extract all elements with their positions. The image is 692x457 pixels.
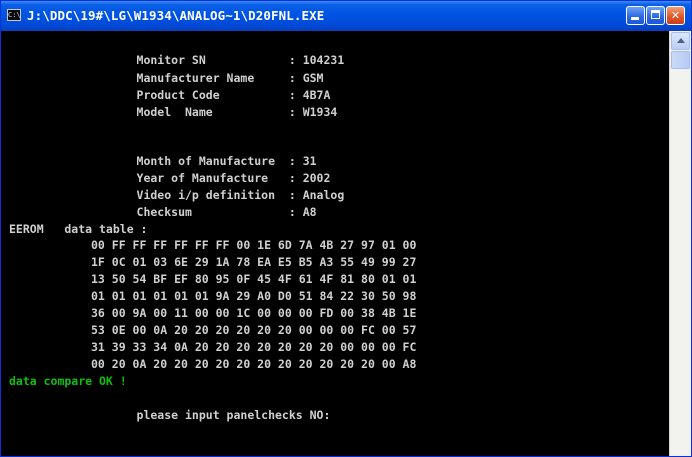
- close-icon: ✕: [670, 9, 681, 22]
- scroll-thumb[interactable]: [671, 51, 690, 69]
- title-bar[interactable]: C:\ J:\DDC\19#\LG\W1934\ANALOG~1\D20FNL.…: [1, 1, 691, 31]
- vertical-scrollbar[interactable]: [669, 31, 691, 456]
- close-button[interactable]: ✕: [666, 6, 685, 25]
- hex-row: 01 01 01 01 01 01 9A 29 A0 D0 51 84 22 3…: [91, 289, 417, 303]
- console-output[interactable]: Monitor SN : 104231 Manufacturer Name : …: [5, 31, 669, 454]
- data-compare-status: data compare OK !: [9, 374, 127, 388]
- console-app-icon[interactable]: C:\: [7, 9, 21, 21]
- maximize-button[interactable]: [646, 6, 665, 25]
- minimize-icon: [631, 17, 639, 20]
- hex-row: 13 50 54 BF EF 80 95 0F 45 4F 61 4F 81 8…: [91, 272, 417, 286]
- month-of-manufacture-line: Month of Manufacture : 31: [95, 154, 317, 168]
- hex-row: 31 39 33 34 0A 20 20 20 20 20 20 20 00 0…: [91, 340, 417, 354]
- model-name-line: Model Name : W1934: [95, 105, 338, 119]
- scroll-up-arrow-icon[interactable]: [671, 32, 690, 50]
- minimize-button[interactable]: [626, 6, 645, 25]
- hex-row: 00 20 0A 20 20 20 20 20 20 20 20 20 20 2…: [91, 357, 417, 371]
- video-input-definition-line: Video i/p definition : Analog: [95, 188, 345, 202]
- hex-row: 53 0E 00 0A 20 20 20 20 20 20 00 00 00 F…: [91, 323, 417, 337]
- hex-row: 1F 0C 01 03 6E 29 1A 78 EA E5 B5 A3 55 4…: [91, 255, 417, 269]
- hex-row: 36 00 9A 00 11 00 00 1C 00 00 00 FD 00 3…: [91, 306, 417, 320]
- panelchecks-prompt[interactable]: please input panelchecks NO:: [95, 408, 331, 423]
- maximize-icon: [651, 10, 660, 19]
- eerom-table-header: EEROM data table :: [9, 222, 148, 236]
- manufacturer-name-line: Manufacturer Name : GSM: [95, 71, 324, 85]
- window-title: J:\DDC\19#\LG\W1934\ANALOG~1\D20FNL.EXE: [27, 8, 325, 23]
- year-of-manufacture-line: Year of Manufacture : 2002: [95, 171, 331, 185]
- product-code-line: Product Code : 4B7A: [95, 88, 331, 102]
- checksum-line: Checksum : A8: [95, 205, 317, 219]
- monitor-sn-line: Monitor SN : 104231: [95, 53, 345, 67]
- hex-row: 00 FF FF FF FF FF FF 00 1E 6D 7A 4B 27 9…: [91, 238, 417, 252]
- console-window: C:\ J:\DDC\19#\LG\W1934\ANALOG~1\D20FNL.…: [0, 0, 692, 457]
